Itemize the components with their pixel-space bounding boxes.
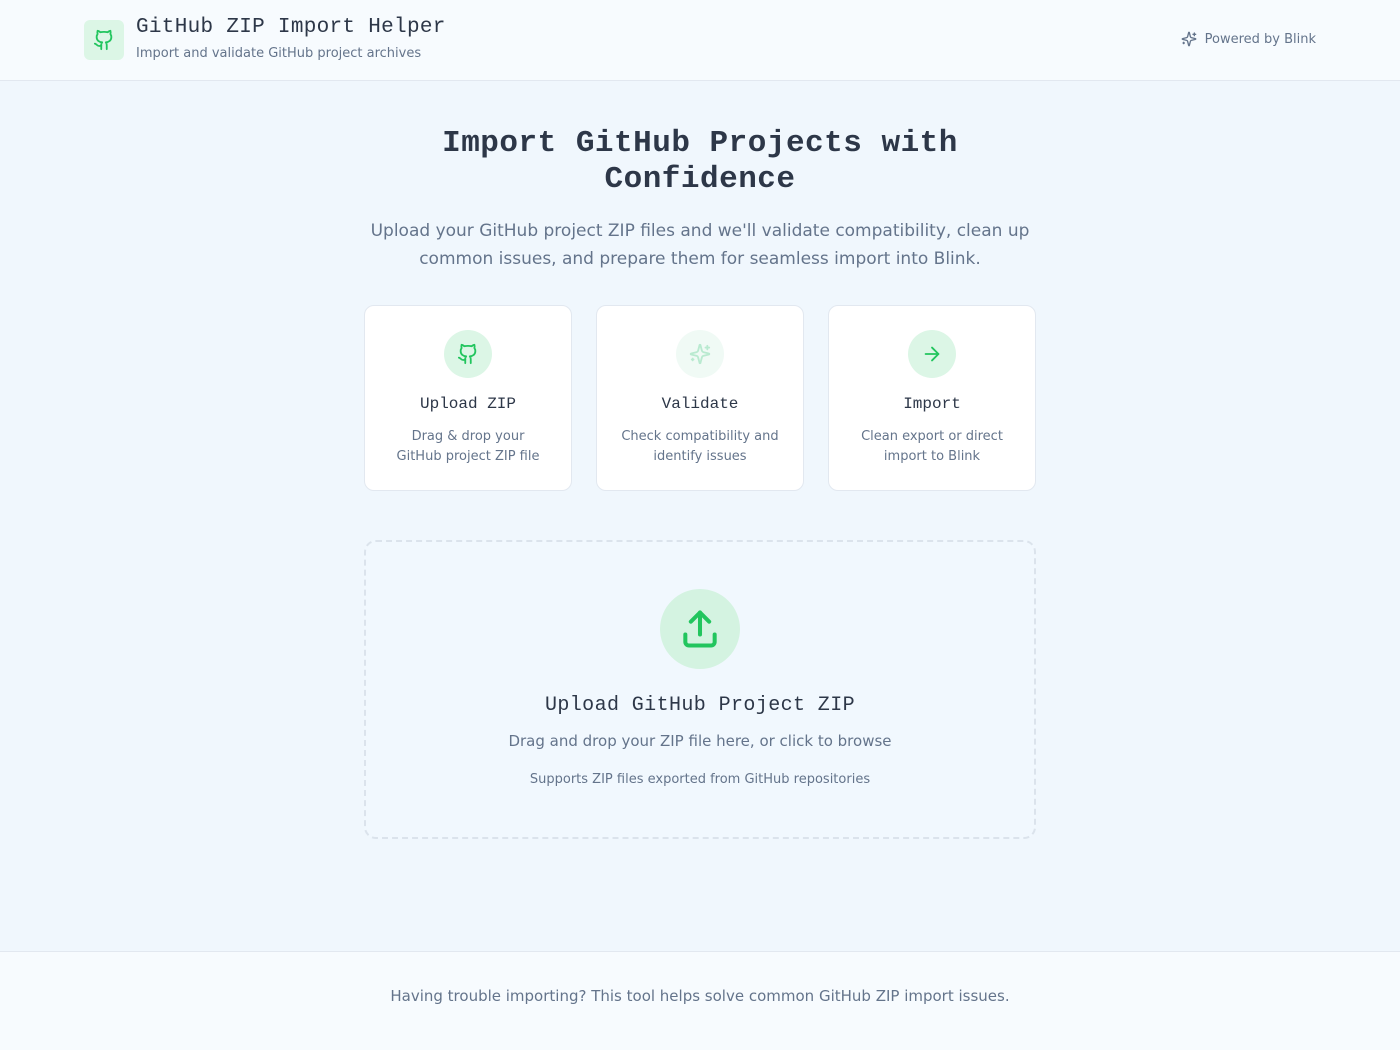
logo [84,20,124,60]
hero-title: Import GitHub Projects with Confidence [442,126,958,197]
step-description: Check compatibility and identify issues [621,429,779,464]
github-icon [93,29,113,51]
step-title: Validate [661,395,739,413]
step-icon-wrapper [444,330,492,378]
footer-text: Having trouble importing? This tool help… [390,987,1010,1005]
step-description: Drag & drop your GitHub project ZIP file [396,429,540,464]
app-header: GitHub ZIP Import Helper Import and vali… [0,0,1400,81]
dropzone-note: Supports ZIP files exported from GitHub … [529,772,871,787]
powered-by-link[interactable]: Powered by Blink [1181,31,1316,47]
step-title: Upload ZIP [419,395,516,413]
github-icon [457,343,477,365]
step-icon-wrapper [676,330,724,378]
upload-icon [683,610,717,648]
dropzone-title: Upload GitHub Project ZIP [544,694,856,717]
page-footer: Having trouble importing? This tool help… [0,951,1400,1050]
arrow-right-icon [924,346,940,362]
app-subtitle: Import and validate GitHub project archi… [136,46,422,61]
step-icon-wrapper [908,330,956,378]
hero-description: Upload your GitHub project ZIP files and… [370,221,1030,269]
powered-by-label[interactable]: Powered by Blink [1205,32,1316,47]
step-title: Import [903,395,961,413]
step-card-upload: Upload ZIP Drag & drop your GitHub proje… [364,305,572,491]
step-description: Clean export or direct import to Blink [861,429,1003,464]
step-card-import: Import Clean export or direct import to … [828,305,1036,491]
sparkles-icon [689,343,711,365]
app-title: GitHub ZIP Import Helper [136,16,446,39]
upload-dropzone[interactable]: Upload GitHub Project ZIP Drag and drop … [364,540,1036,839]
upload-icon-wrapper [660,589,740,669]
dropzone-description: Drag and drop your ZIP file here, or cli… [508,732,892,750]
sparkles-icon [1181,31,1197,47]
step-card-validate: Validate Check compatibility and identif… [596,305,804,491]
